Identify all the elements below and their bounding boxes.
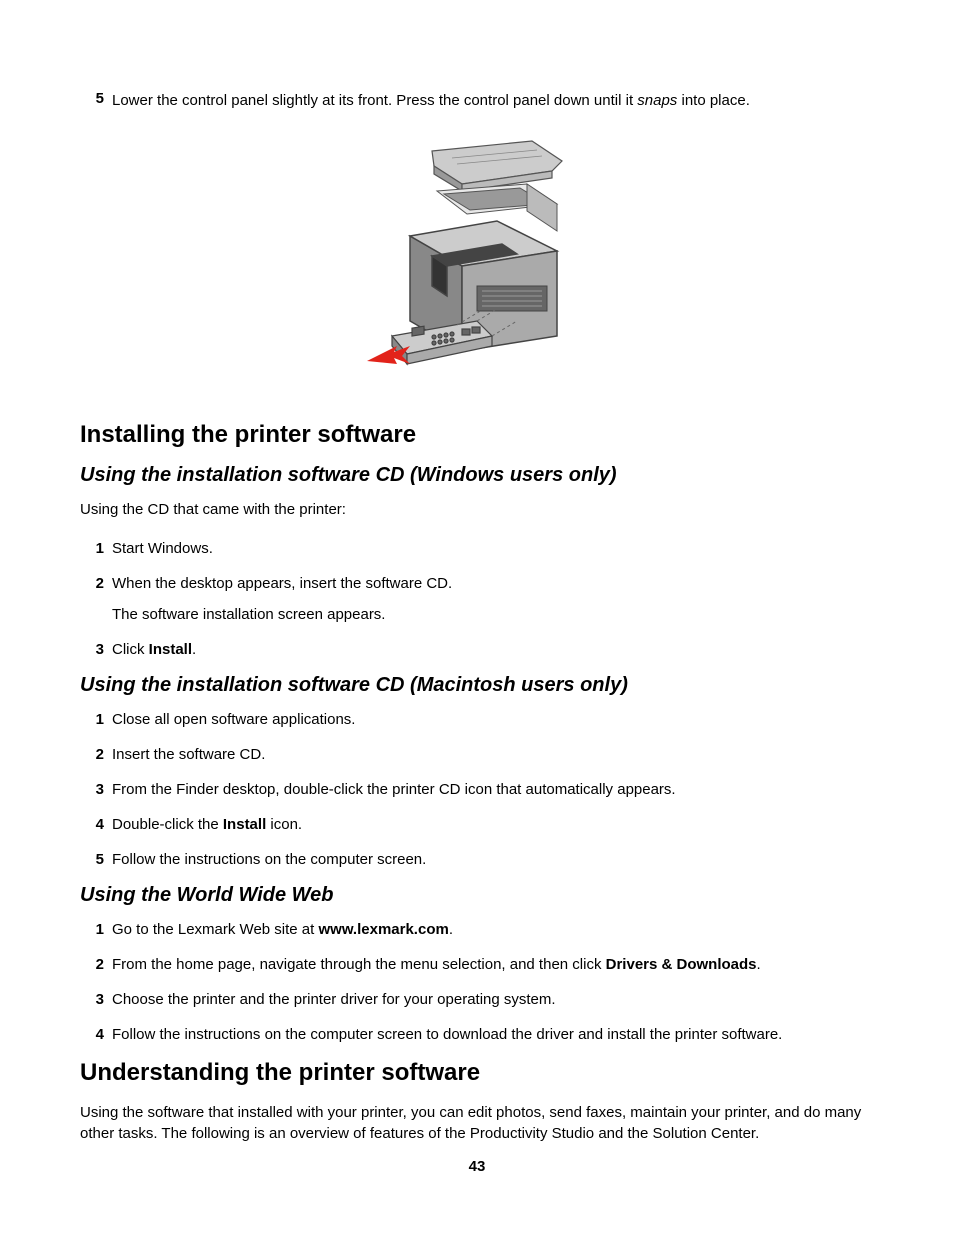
printer-illustration [80,136,874,391]
subheading-mac: Using the installation software CD (Maci… [80,674,874,697]
subheading-windows: Using the installation software CD (Wind… [80,464,874,487]
list-item: Go to the Lexmark Web site at www.lexmar… [80,919,874,940]
step-text: When the desktop appears, insert the sof… [112,575,452,592]
text-bold: www.lexmark.com [318,921,448,938]
list-item: From the home page, navigate through the… [80,954,874,975]
step-number: 5 [80,90,104,111]
step-body: Close all open software applications. [112,709,874,730]
heading-understanding: Understanding the printer software [80,1059,874,1087]
step-5-text-after: into place. [677,92,750,109]
printer-svg [362,136,592,386]
list-item: Double-click the Install icon. [80,814,874,835]
step-subtext: The software installation screen appears… [112,604,874,625]
step-5-italic: snaps [637,92,677,109]
step-5-text: Lower the control panel slightly at its … [112,90,750,111]
step-body: From the home page, navigate through the… [112,954,874,975]
text-bold: Drivers & Downloads [606,956,757,973]
step-body: Go to the Lexmark Web site at www.lexmar… [112,919,874,940]
list-item: From the Finder desktop, double-click th… [80,779,874,800]
step-body: Follow the instructions on the computer … [112,1024,874,1045]
step-body: Double-click the Install icon. [112,814,874,835]
step-body: Insert the software CD. [112,744,874,765]
step-5-text-before: Lower the control panel slightly at its … [112,92,637,109]
windows-steps-list: Start Windows. When the desktop appears,… [80,538,874,660]
list-item: Choose the printer and the printer drive… [80,989,874,1010]
text-after: . [757,956,761,973]
step-body: Start Windows. [112,538,874,559]
step-body: When the desktop appears, insert the sof… [112,573,874,625]
text-after: icon. [266,816,302,833]
text-before: Click [112,641,149,658]
text-after: . [449,921,453,938]
list-item: Start Windows. [80,538,874,559]
intro-windows: Using the CD that came with the printer: [80,499,874,520]
list-item: Insert the software CD. [80,744,874,765]
step-body: Click Install. [112,639,874,660]
list-item: Click Install. [80,639,874,660]
heading-installing: Installing the printer software [80,421,874,449]
page-number: 43 [0,1158,954,1175]
list-item: Follow the instructions on the computer … [80,849,874,870]
step-body: Follow the instructions on the computer … [112,849,874,870]
list-item: Close all open software applications. [80,709,874,730]
text-before: From the home page, navigate through the… [112,956,606,973]
text-before: Go to the Lexmark Web site at [112,921,318,938]
text-after: . [192,641,196,658]
list-item: When the desktop appears, insert the sof… [80,573,874,625]
step-5-row: 5 Lower the control panel slightly at it… [80,90,874,111]
text-before: Double-click the [112,816,223,833]
intro-understanding: Using the software that installed with y… [80,1102,874,1144]
step-body: Choose the printer and the printer drive… [112,989,874,1010]
subheading-web: Using the World Wide Web [80,884,874,907]
mac-steps-list: Close all open software applications. In… [80,709,874,870]
step-body: From the Finder desktop, double-click th… [112,779,874,800]
text-bold: Install [223,816,266,833]
list-item: Follow the instructions on the computer … [80,1024,874,1045]
web-steps-list: Go to the Lexmark Web site at www.lexmar… [80,919,874,1045]
text-bold: Install [149,641,192,658]
